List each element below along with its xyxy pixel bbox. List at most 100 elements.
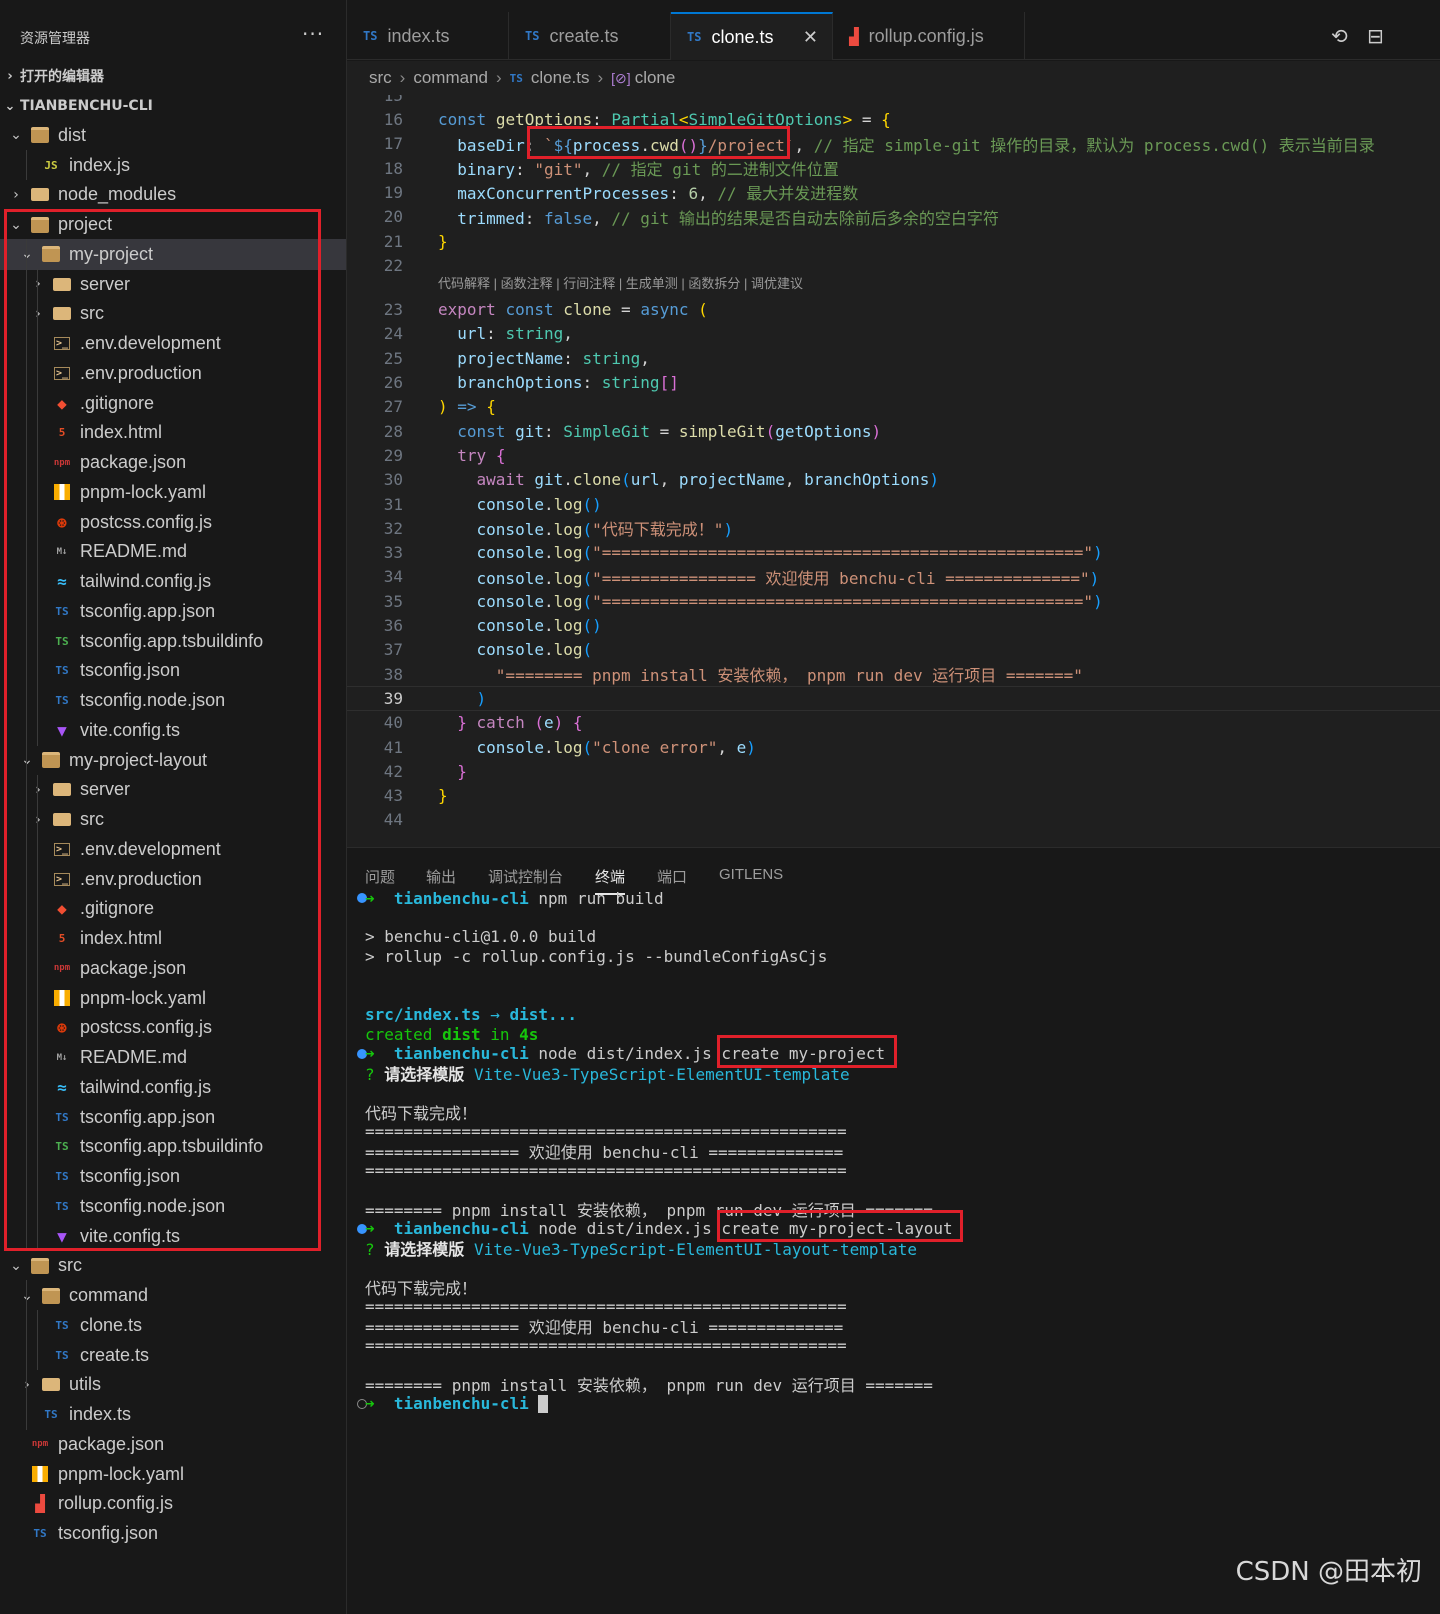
tab-output[interactable]: 输出 — [426, 866, 456, 887]
chevron-right-icon[interactable]: › — [30, 812, 46, 828]
code-text: url: string, — [457, 324, 573, 344]
tree-item[interactable]: TS tsconfig.node.json — [0, 1191, 346, 1222]
tab-create-ts[interactable]: TS create.ts — [509, 12, 671, 60]
indent-guide — [37, 536, 38, 567]
tree-item[interactable]: M↓ README.md — [0, 536, 346, 567]
tree-item[interactable]: ⌄ src — [0, 1251, 346, 1282]
tree-item[interactable]: .env.development — [0, 834, 346, 865]
tree-item[interactable]: .env.production — [0, 358, 346, 389]
tab-clone-ts[interactable]: TS clone.ts ✕ — [671, 12, 833, 60]
tree-item[interactable]: TS tsconfig.json — [0, 1518, 346, 1549]
breadcrumb-item-command[interactable]: command — [413, 68, 488, 88]
tree-item[interactable]: ▼ vite.config.ts — [0, 1220, 346, 1252]
tree-item[interactable]: TS create.ts — [0, 1339, 346, 1371]
tree-item[interactable]: 5 index.html — [0, 923, 346, 954]
chevron-right-icon[interactable]: › — [8, 187, 24, 203]
tree-item[interactable]: TS tsconfig.node.json — [0, 685, 346, 716]
code-text: console.log("===========================… — [476, 543, 1103, 563]
tree-item[interactable]: pnpm-lock.yaml — [0, 1459, 346, 1490]
tree-item[interactable]: npm package.json — [0, 447, 346, 478]
more-actions-icon[interactable]: ··· — [302, 22, 324, 46]
tree-item-label: pnpm-lock.yaml — [80, 481, 207, 502]
chevron-right-icon[interactable]: › — [19, 1377, 35, 1393]
tree-item[interactable]: ⊛ postcss.config.js — [0, 506, 346, 538]
tree-item[interactable]: TS index.ts — [0, 1399, 346, 1430]
tree-item[interactable]: npm package.json — [0, 1429, 346, 1460]
codelens-actions[interactable]: 代码解释 | 函数注释 | 行间注释 | 生成单测 | 函数拆分 | 调优建议 — [438, 273, 803, 292]
indent-guide — [26, 923, 27, 954]
breadcrumb-item-src[interactable]: src — [369, 68, 392, 88]
indent-guide — [26, 596, 27, 627]
tree-item[interactable]: › server — [0, 774, 346, 805]
tree-item[interactable]: npm package.json — [0, 953, 346, 984]
chevron-down-icon[interactable]: ⌄ — [19, 1288, 35, 1304]
tab-ports[interactable]: 端口 — [657, 866, 687, 887]
indent-guide — [37, 596, 38, 627]
code-line: 38 "======== pnpm install 安装依赖， pnpm run… — [347, 662, 1440, 687]
tree-item[interactable]: ≈ tailwind.config.js — [0, 566, 346, 597]
chevron-down-icon[interactable]: ⌄ — [8, 127, 24, 143]
tree-item[interactable]: ◆ .gitignore — [0, 387, 346, 419]
tree-item[interactable]: ⌄ dist — [0, 120, 346, 151]
chevron-down-icon[interactable]: ⌄ — [19, 246, 35, 262]
timeline-history-icon[interactable]: ⟲ — [1331, 24, 1348, 48]
tree-item[interactable]: › src — [0, 804, 346, 835]
split-editor-icon[interactable]: ⊟ — [1367, 24, 1384, 48]
tree-item[interactable]: ⊛ postcss.config.js — [0, 1012, 346, 1043]
tree-item[interactable]: › node_modules — [0, 180, 346, 211]
editor-tab-bar: TS index.ts TS create.ts TS clone.ts ✕ ▟… — [347, 12, 1440, 60]
tree-item[interactable]: TS tsconfig.app.tsbuildinfo — [0, 625, 346, 657]
chevron-right-icon[interactable]: › — [30, 782, 46, 798]
tree-item[interactable]: pnpm-lock.yaml — [0, 982, 346, 1014]
indent-guide — [26, 358, 27, 389]
chevron-down-icon[interactable]: ⌄ — [19, 752, 35, 768]
breadcrumb-item-symbol[interactable]: clone — [635, 68, 676, 88]
tree-item[interactable]: ◆ .gitignore — [0, 893, 346, 924]
tree-item[interactable]: .env.development — [0, 328, 346, 359]
tab-rollup-config-js[interactable]: ▟ rollup.config.js — [833, 12, 1025, 60]
tree-item[interactable]: pnpm-lock.yaml — [0, 477, 346, 508]
tab-gitlens[interactable]: GITLENS — [719, 866, 783, 883]
tab-index-ts[interactable]: TS index.ts — [347, 12, 509, 60]
chevron-down-icon[interactable]: ⌄ — [8, 1258, 24, 1274]
tree-item[interactable]: 5 index.html — [0, 417, 346, 448]
tree-item-label: tsconfig.app.json — [80, 1106, 216, 1127]
vite-icon: ▼ — [57, 720, 67, 740]
tree-item[interactable]: JS index.js — [0, 149, 346, 181]
tree-item[interactable]: ▟ rollup.config.js — [0, 1489, 346, 1520]
code-line: 27) => { — [347, 395, 1440, 420]
code-text: "======== pnpm install 安装依赖， pnpm run de… — [495, 666, 1083, 686]
typescript-icon: TS — [509, 71, 523, 85]
workspace-root-section[interactable]: ⌄ TIANBENCHU-CLI — [0, 91, 153, 121]
tree-item[interactable]: › src — [0, 298, 346, 329]
tree-item[interactable]: › utils — [0, 1369, 346, 1400]
tree-item[interactable]: TS tsconfig.json — [0, 655, 346, 686]
tree-item[interactable]: ≈ tailwind.config.js — [0, 1072, 346, 1103]
tree-item[interactable]: ⌄ my-project — [0, 239, 346, 270]
breadcrumb-item-file[interactable]: clone.ts — [531, 68, 590, 88]
tree-item[interactable]: TS tsconfig.app.json — [0, 596, 346, 627]
tree-item[interactable]: TS tsconfig.app.json — [0, 1101, 346, 1133]
tree-item[interactable]: ▼ vite.config.ts — [0, 715, 346, 746]
tree-item-label: dist — [58, 124, 87, 145]
chevron-right-icon[interactable]: › — [30, 276, 46, 292]
chevron-down-icon[interactable]: ⌄ — [8, 217, 24, 233]
chevron-right-icon[interactable]: › — [30, 306, 46, 322]
code-text: trimmed: false, // git 输出的结果是否自动去除前后多余的空… — [457, 208, 999, 228]
tab-debug-console[interactable]: 调试控制台 — [488, 866, 563, 887]
tree-item[interactable]: M↓ README.md — [0, 1042, 346, 1073]
tree-item[interactable]: ⌄ command — [0, 1280, 346, 1311]
code-editor[interactable]: 15 16 const getOptions: Partial<SimpleGitO… — [347, 95, 1440, 847]
tree-item[interactable]: TS tsconfig.app.tsbuildinfo — [0, 1131, 346, 1162]
tree-item[interactable]: › server — [0, 268, 346, 300]
open-editors-section[interactable]: › 打开的编辑器 — [0, 61, 104, 91]
tree-item[interactable]: ⌄ my-project-layout — [0, 744, 346, 776]
tree-item[interactable]: TS tsconfig.json — [0, 1161, 346, 1192]
tree-item[interactable]: TS clone.ts — [0, 1310, 346, 1341]
close-icon[interactable]: ✕ — [803, 27, 818, 48]
tree-item[interactable]: ⌄ project — [0, 209, 346, 240]
tab-problems[interactable]: 问题 — [365, 866, 395, 887]
tree-item[interactable]: .env.production — [0, 863, 346, 895]
indent-guide — [26, 1280, 27, 1311]
